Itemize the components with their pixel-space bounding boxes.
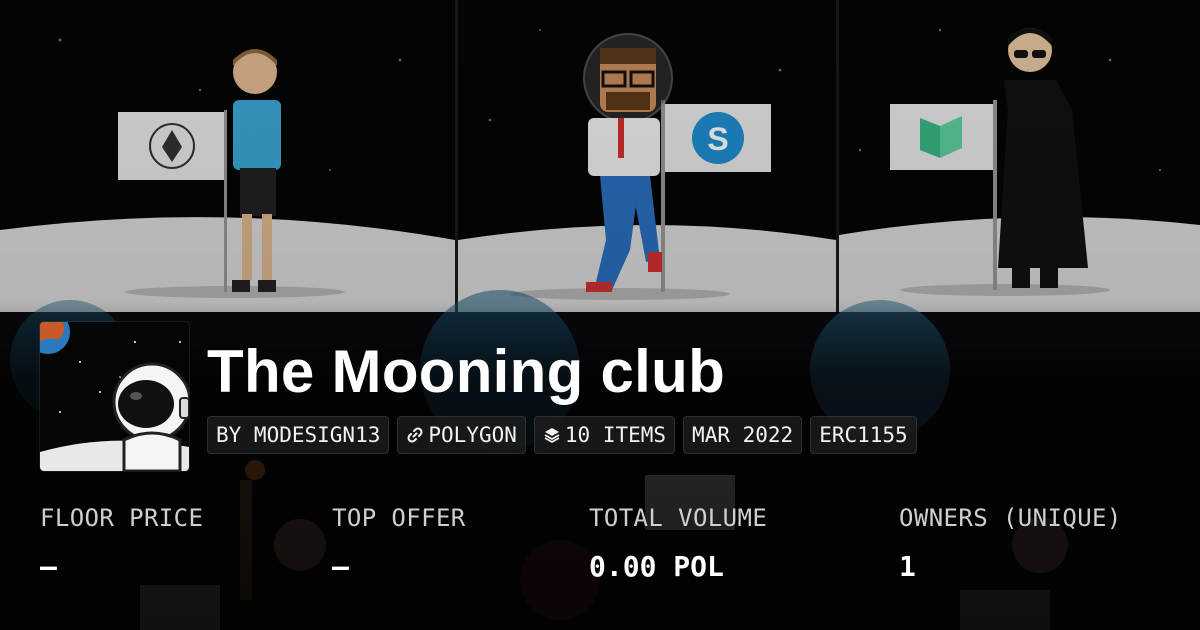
collection-stats: FLOOR PRICE – TOP OFFER – TOTAL VOLUME 0…	[40, 504, 1190, 604]
date-chip: MAR 2022	[683, 416, 803, 454]
stat-label: TOTAL VOLUME	[589, 504, 768, 532]
collection-info-chips: BY MODESIGN13 POLYGON 10 ITEMS MAR 2022 …	[207, 416, 917, 454]
stat-value: 0.00 POL	[589, 550, 724, 583]
standard-label: ERC1155	[819, 423, 908, 447]
chain-label: POLYGON	[428, 423, 517, 447]
chain-chip[interactable]: POLYGON	[397, 416, 526, 454]
stat-total-volume: TOTAL VOLUME 0.00 POL	[589, 504, 767, 583]
stat-floor-price: FLOOR PRICE –	[40, 504, 203, 583]
items-chip[interactable]: 10 ITEMS	[533, 416, 676, 454]
stat-value: –	[40, 550, 57, 583]
collection-avatar	[40, 322, 189, 471]
layers-icon	[543, 426, 561, 444]
stat-value: –	[332, 550, 349, 583]
astronaut-icon	[40, 322, 189, 471]
stat-label: TOP OFFER	[332, 504, 466, 532]
stat-label: OWNERS (UNIQUE)	[899, 504, 1122, 532]
stat-value: 1	[899, 550, 916, 583]
stat-owners: OWNERS (UNIQUE) 1	[899, 504, 1122, 583]
stat-top-offer: TOP OFFER –	[332, 504, 466, 583]
standard-chip: ERC1155	[810, 416, 917, 454]
link-icon	[406, 426, 424, 444]
creator-chip[interactable]: BY MODESIGN13	[207, 416, 390, 454]
items-label: 10 ITEMS	[564, 423, 667, 447]
date-label: MAR 2022	[692, 423, 794, 447]
stat-label: FLOOR PRICE	[40, 504, 204, 532]
creator-label: BY MODESIGN13	[216, 423, 381, 447]
collection-title: The Mooning club	[207, 338, 726, 405]
